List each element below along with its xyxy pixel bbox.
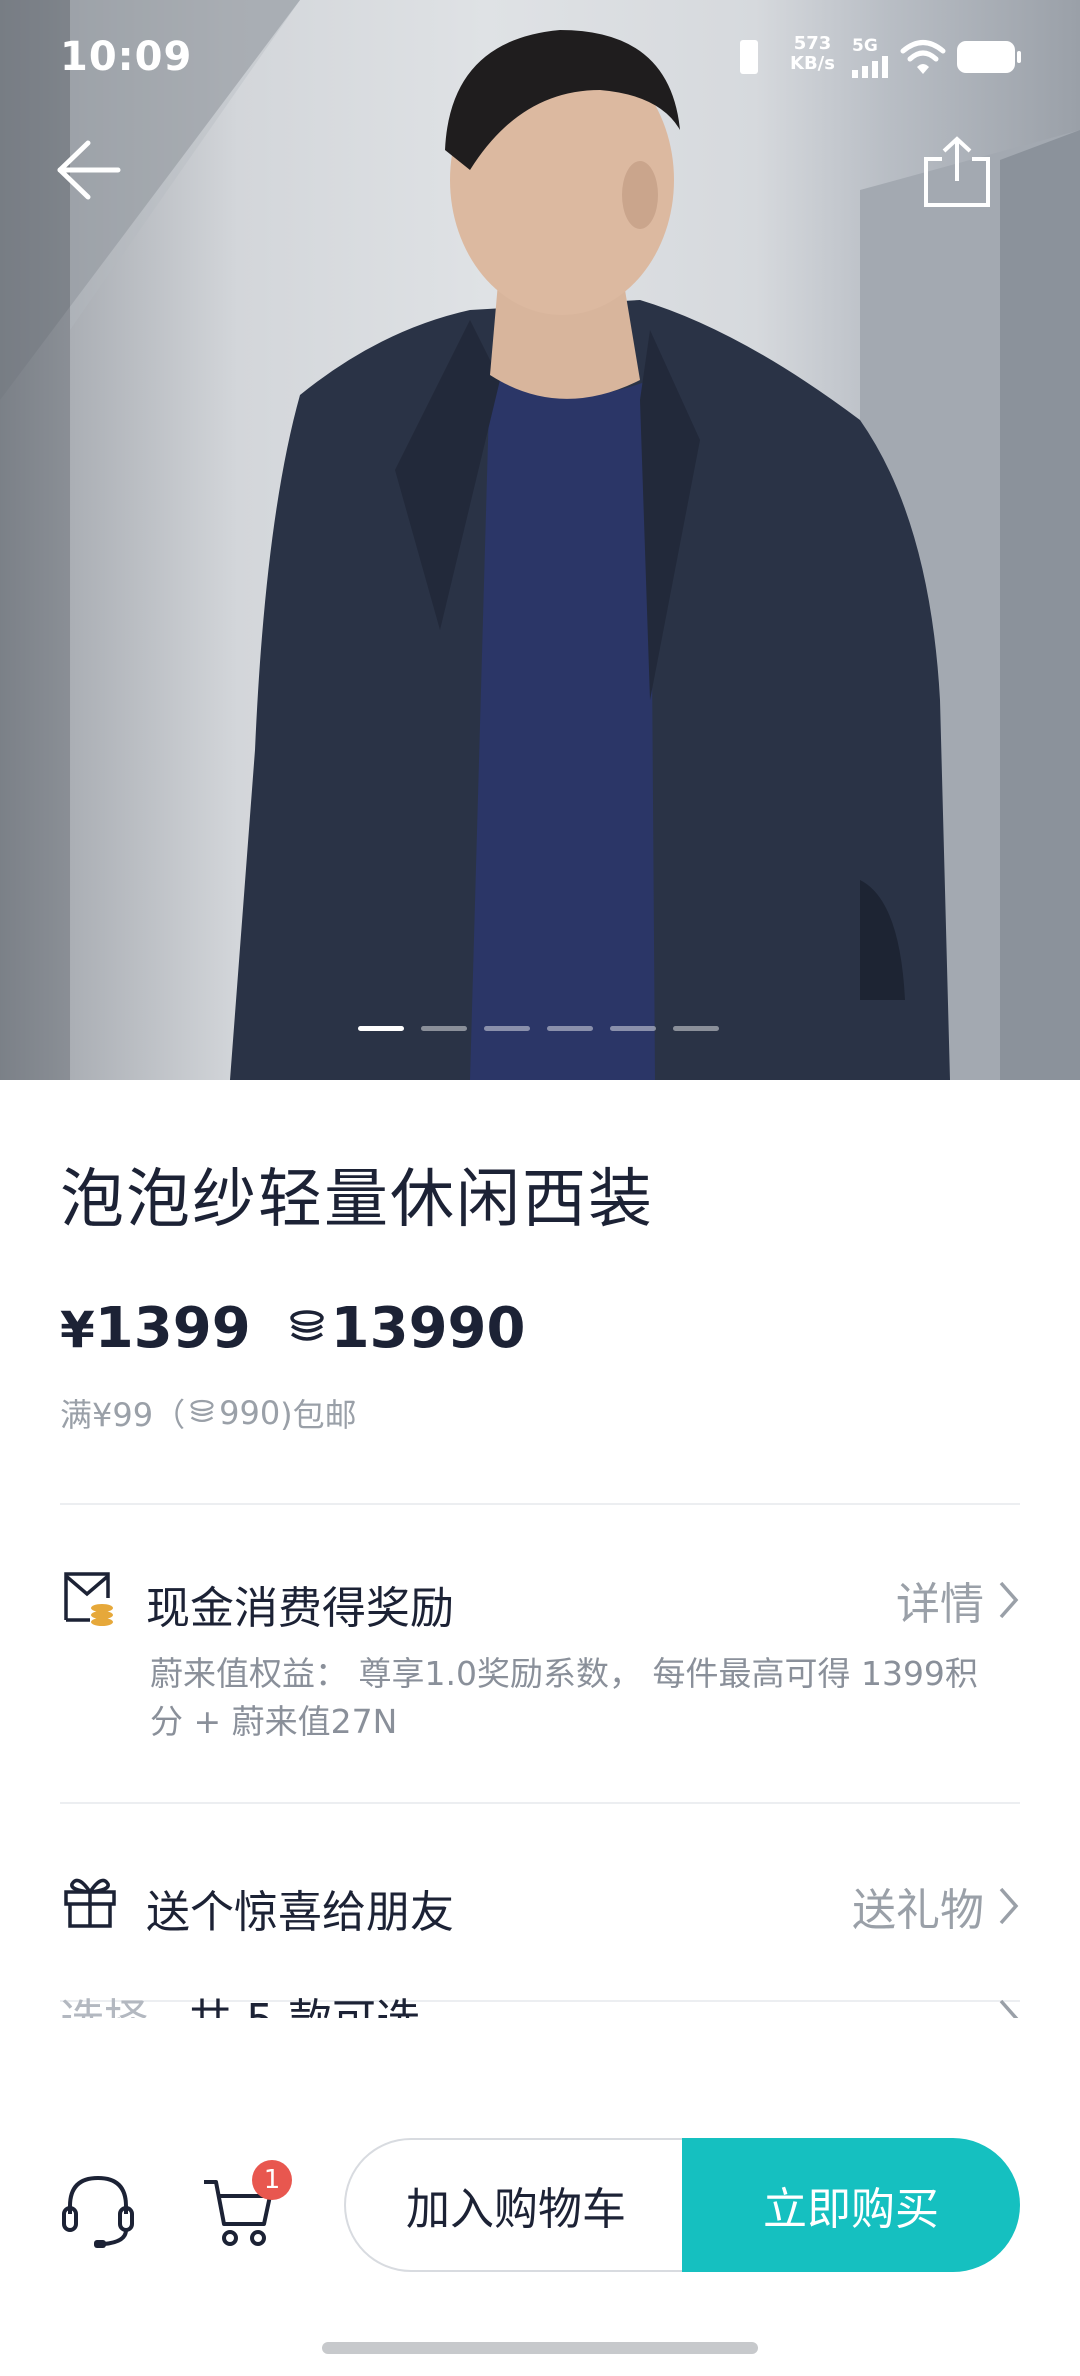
gift-title: 送个惊喜给朋友	[146, 1887, 454, 1938]
price-currency: ¥	[60, 1301, 95, 1359]
send-gift-label: 送礼物	[852, 1885, 984, 1936]
battery-icon	[957, 41, 1021, 73]
coin-stack-icon	[289, 1309, 324, 1341]
price-row: ¥ 1399 13990	[60, 1296, 525, 1361]
purchase-actions: 加入购物车 立即购买	[344, 2138, 1020, 2272]
back-arrow-icon	[57, 140, 121, 200]
buy-now-button[interactable]: 立即购买	[682, 2138, 1020, 2272]
cart-badge: 1	[252, 2160, 292, 2200]
pager-dot-active[interactable]	[358, 1026, 404, 1031]
price-value: 1399	[94, 1296, 251, 1361]
reward-details-link[interactable]: 详情	[896, 1568, 1020, 1632]
shipping-coin: 990	[219, 1394, 281, 1432]
reward-details-label: 详情	[896, 1579, 984, 1630]
reward-description: 蔚来值权益： 尊享1.0奖励系数， 每件最高可得 1399积分 + 蔚来值27N	[150, 1654, 978, 1741]
pager-dot[interactable]	[421, 1026, 467, 1031]
home-indicator[interactable]	[322, 2342, 758, 2354]
gift-icon	[64, 1878, 116, 1928]
reward-title: 现金消费得奖励	[146, 1583, 454, 1634]
options-value: 共 5 款可选	[188, 1984, 420, 2018]
chevron-right-icon	[999, 1581, 1019, 1619]
pager-dot[interactable]	[484, 1026, 530, 1031]
shipping-prefix: 满¥99（	[60, 1396, 186, 1434]
product-photo	[0, 0, 1080, 1080]
reward-envelope-icon	[64, 1572, 113, 1626]
status-time: 10:09	[60, 34, 193, 80]
image-pager[interactable]	[358, 1026, 719, 1031]
coin-stack-icon	[190, 1399, 214, 1422]
wifi-icon	[900, 40, 946, 74]
product-title: 泡泡纱轻量休闲西装	[60, 1163, 654, 1237]
shipping-info: 满¥99（ 990 )包邮	[60, 1390, 357, 1436]
network-speed-value: 573	[793, 33, 832, 54]
pager-dot[interactable]	[610, 1026, 656, 1031]
network-speed: 573 KB/s	[790, 34, 835, 74]
share-icon	[924, 136, 990, 207]
divider	[60, 1802, 1020, 1804]
status-bar: 10:09 573 KB/s 5G	[0, 0, 1080, 120]
signal-icon	[852, 56, 888, 78]
sim-icon	[740, 40, 758, 74]
pager-dot[interactable]	[547, 1026, 593, 1031]
network-speed-unit: KB/s	[790, 53, 835, 74]
options-row[interactable]: 选择 共 5 款可选	[60, 1984, 1020, 2018]
shipping-suffix: )包邮	[280, 1396, 357, 1434]
customer-service-icon[interactable]	[60, 2170, 136, 2250]
network-type: 5G	[852, 36, 878, 56]
chevron-right-icon	[999, 1887, 1019, 1925]
product-image[interactable]: 10:09 573 KB/s 5G	[0, 0, 1080, 1080]
send-gift-link[interactable]: 送礼物	[852, 1874, 1020, 1938]
add-to-cart-button[interactable]: 加入购物车	[344, 2138, 686, 2272]
share-button[interactable]	[922, 135, 1032, 245]
divider	[60, 1503, 1020, 1505]
chevron-right-icon	[999, 1999, 1019, 2018]
back-button[interactable]	[52, 135, 162, 245]
coin-price: 13990	[287, 1296, 526, 1361]
pager-dot[interactable]	[673, 1026, 719, 1031]
coin-price-value: 13990	[330, 1296, 526, 1361]
options-label: 选择	[60, 1984, 148, 2018]
